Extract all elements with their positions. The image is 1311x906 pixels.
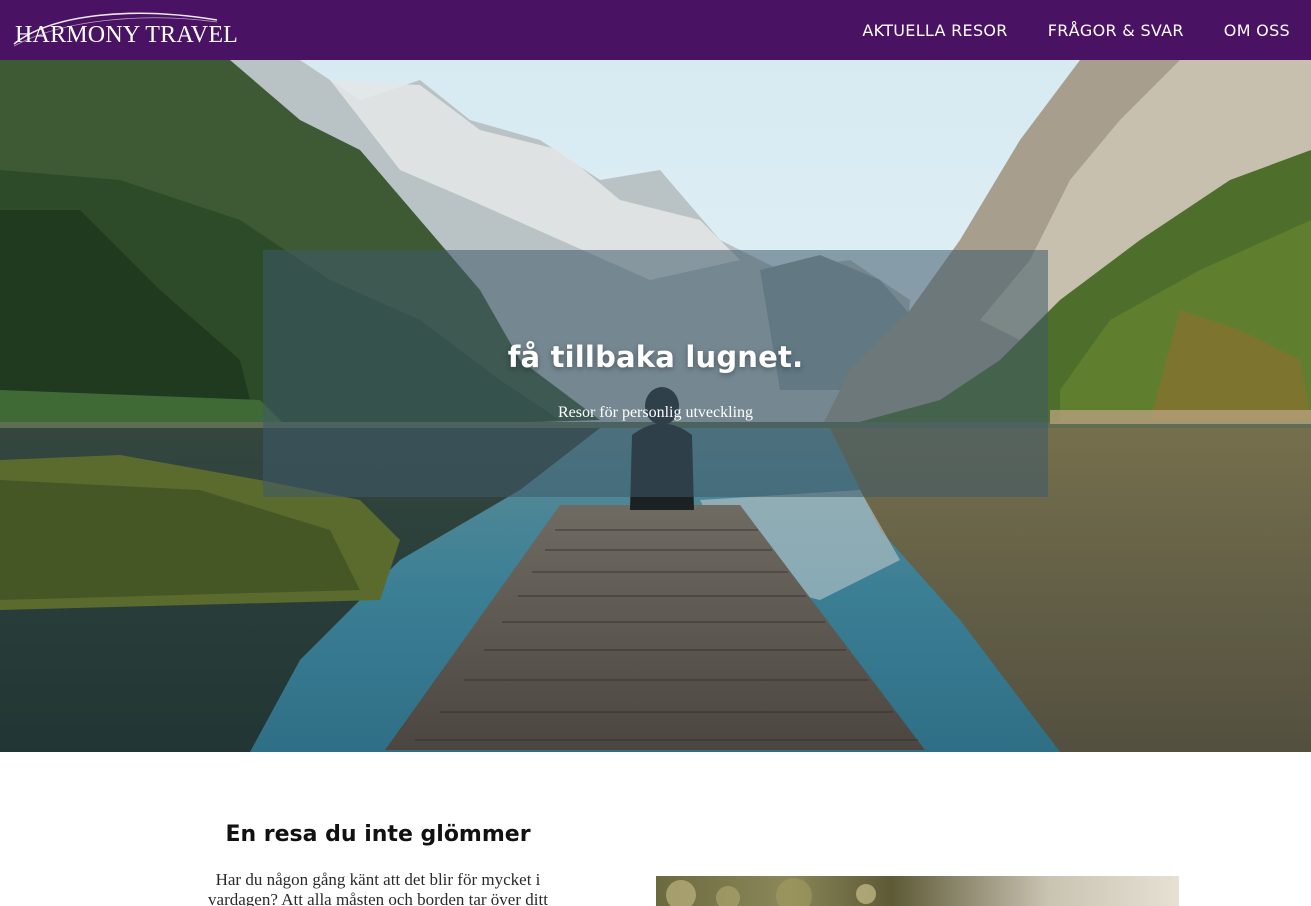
hero-overlay: få tillbaka lugnet. Resor för personlig … bbox=[263, 250, 1048, 497]
intro-image-bokeh bbox=[666, 880, 696, 906]
hero-title: få tillbaka lugnet. bbox=[507, 339, 804, 374]
intro-text: Har du någon gång känt att det blir för … bbox=[208, 870, 548, 906]
main-nav: AKTUELLA RESOR FRÅGOR & SVAR OM OSS bbox=[822, 0, 1290, 60]
intro-image-bokeh bbox=[716, 886, 740, 906]
logo-text: HARMONY TRAVEL bbox=[15, 22, 239, 48]
hero-section: få tillbaka lugnet. Resor för personlig … bbox=[0, 60, 1311, 752]
nav-link-om-oss[interactable]: OM OSS bbox=[1224, 21, 1290, 40]
intro-section: En resa du inte glömmer Har du någon gån… bbox=[0, 752, 1311, 906]
intro-heading: En resa du inte glömmer bbox=[225, 822, 531, 847]
intro-image bbox=[656, 876, 1179, 906]
hero-subtitle: Resor för personlig utveckling bbox=[557, 403, 754, 421]
intro-image-bokeh bbox=[776, 878, 812, 906]
site-header: HARMONY TRAVEL AKTUELLA RESOR FRÅGOR & S… bbox=[0, 0, 1311, 60]
nav-link-aktuella-resor[interactable]: AKTUELLA RESOR bbox=[862, 21, 1007, 40]
nav-link-fragor-svar[interactable]: FRÅGOR & SVAR bbox=[1048, 21, 1184, 40]
intro-image-bokeh bbox=[856, 884, 876, 904]
logo[interactable]: HARMONY TRAVEL bbox=[12, 8, 238, 52]
